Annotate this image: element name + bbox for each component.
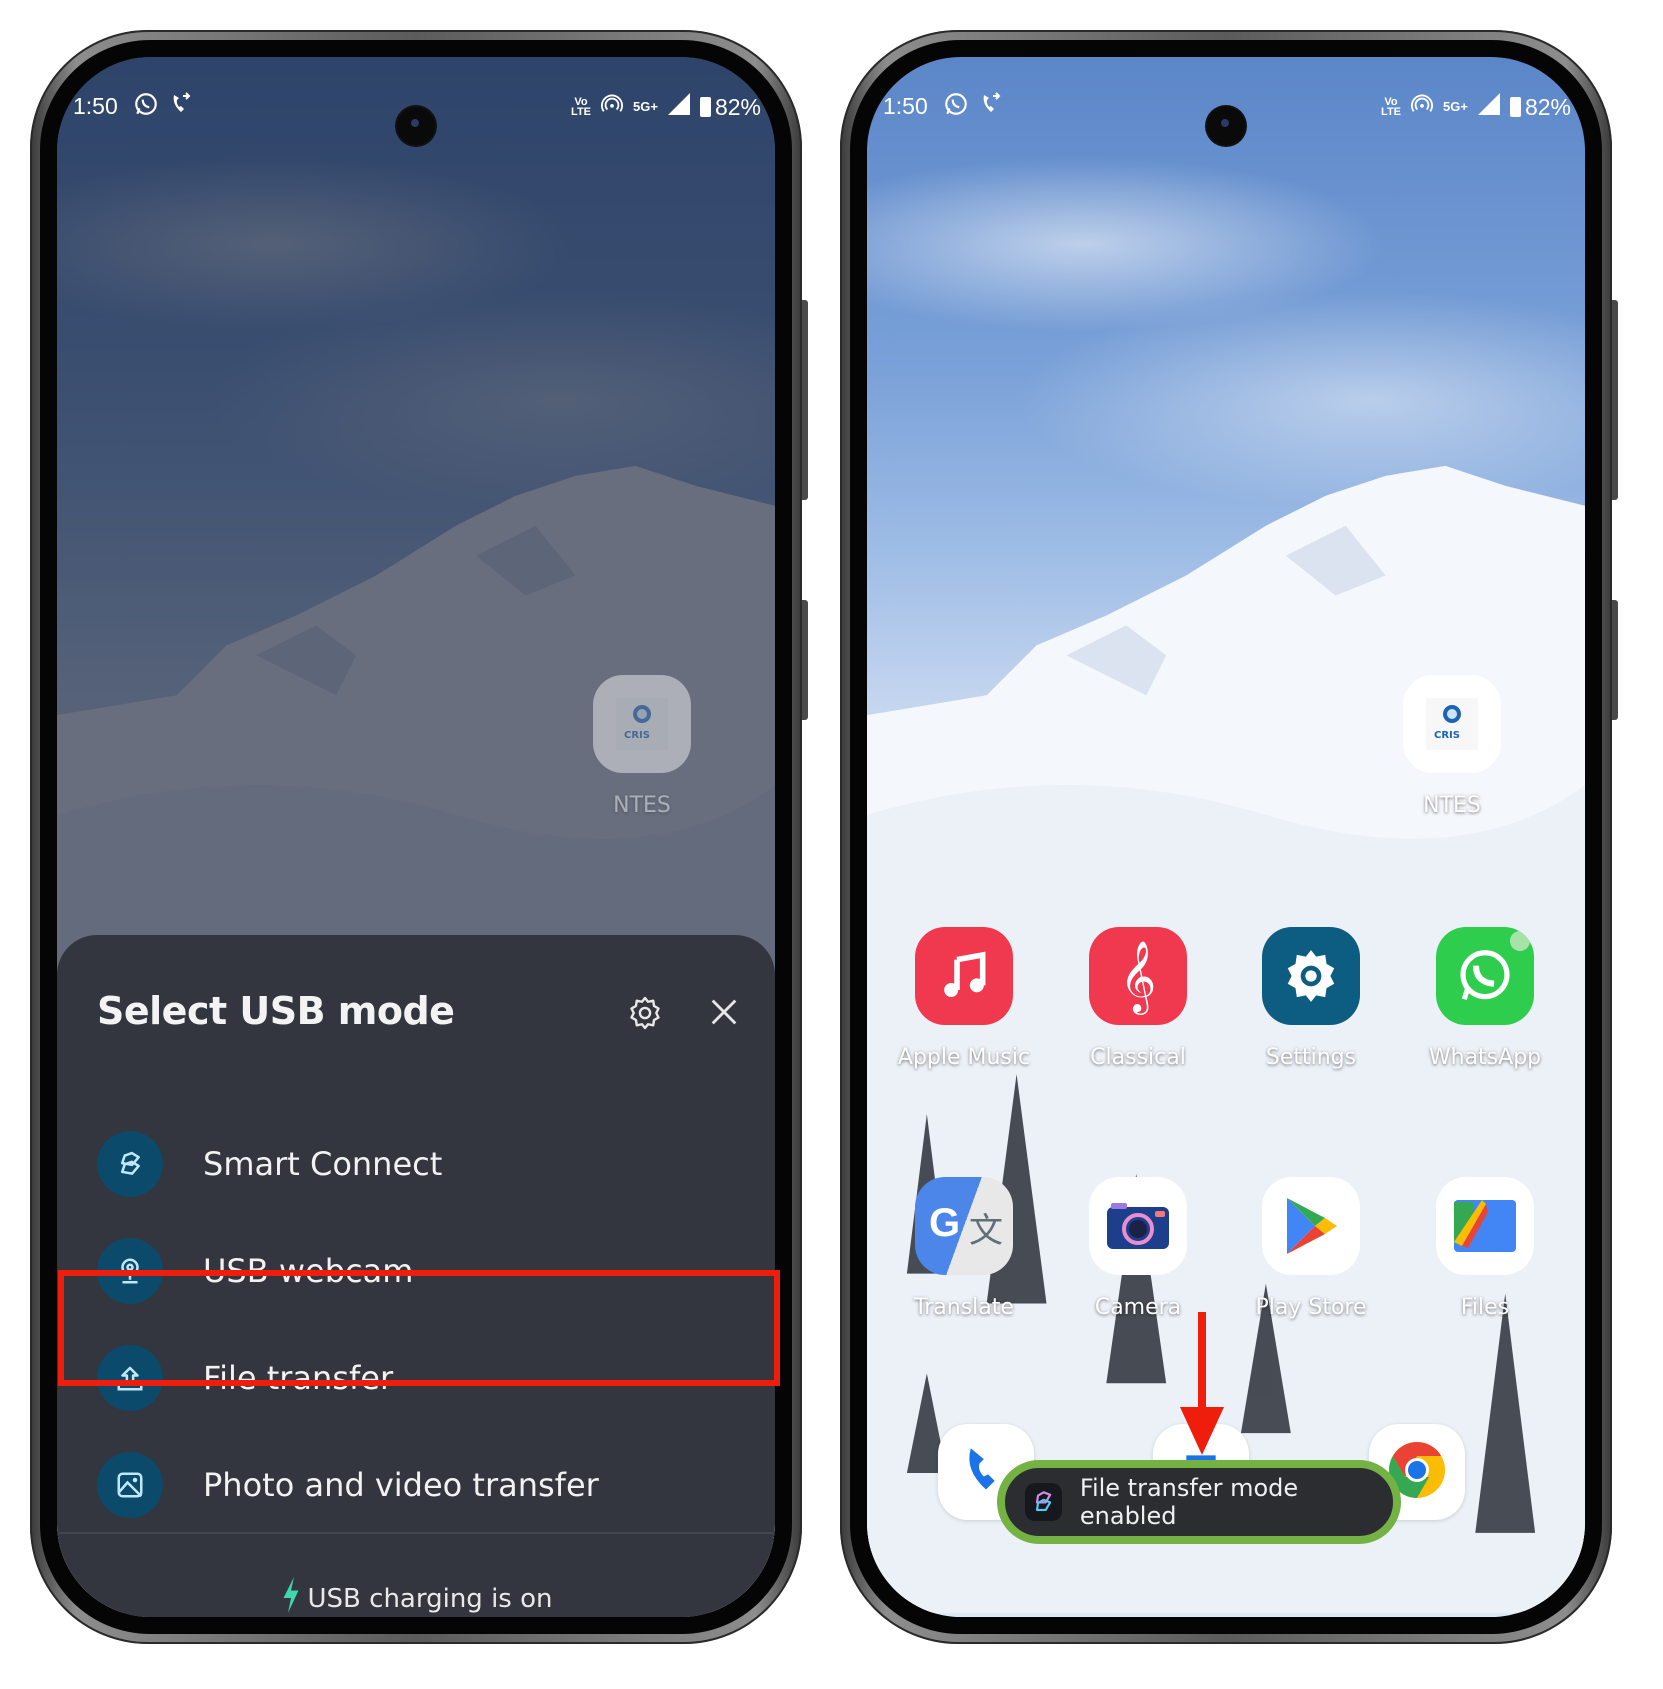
- music-note-icon: [915, 927, 1013, 1025]
- status-right-icons: Vo LTE 5G+ 82%: [571, 93, 761, 121]
- toast-file-transfer-enabled: File transfer mode enabled: [997, 1460, 1401, 1544]
- 5g-plus-icon: 5G+: [633, 99, 658, 114]
- svg-text:CRIS: CRIS: [624, 730, 650, 741]
- hotspot-icon: [601, 93, 623, 121]
- power-button: [802, 600, 808, 720]
- app-files[interactable]: Files: [1435, 1177, 1535, 1320]
- app-label: Apple Music: [897, 1045, 1031, 1070]
- whatsapp-icon: [133, 91, 159, 123]
- lightning-icon: [280, 1577, 302, 1617]
- whatsapp-icon: [943, 91, 969, 123]
- app-whatsapp[interactable]: WhatsApp: [1429, 927, 1541, 1070]
- notification-dot: [1510, 931, 1530, 951]
- close-icon[interactable]: [707, 995, 741, 1029]
- battery-charging-icon: [1509, 97, 1521, 117]
- app-label: Classical: [1090, 1045, 1186, 1070]
- missed-call-icon: [169, 91, 193, 123]
- sheet-divider: [57, 1532, 775, 1534]
- bezel: 1:50 Vo LTE 5G+ 82%: [40, 40, 792, 1634]
- right-phone: 1:50 Vo LTE 5G+ 82% CRIS NTES Apple Musi…: [840, 30, 1618, 1644]
- battery-charging-icon: [699, 97, 711, 117]
- front-camera: [1207, 107, 1245, 145]
- app-camera[interactable]: Camera: [1088, 1177, 1188, 1320]
- signal-icon: [667, 93, 690, 121]
- app-label: Translate: [914, 1295, 1014, 1320]
- volume-button: [1612, 300, 1618, 500]
- power-button: [1612, 600, 1618, 720]
- app-label: WhatsApp: [1428, 1045, 1542, 1070]
- ntes-cris-icon: CRIS: [1403, 675, 1501, 773]
- usb-charging-status: USB charging is on: [57, 1577, 775, 1617]
- hotspot-icon: [1411, 93, 1433, 121]
- annotation-arrow-head: [1180, 1407, 1224, 1455]
- 5g-plus-icon: 5G+: [1443, 99, 1468, 114]
- smart-connect-icon: [97, 1131, 163, 1197]
- signal-icon: [1477, 93, 1500, 121]
- gear-icon[interactable]: [627, 995, 663, 1031]
- mode-label: Photo and video transfer: [203, 1466, 599, 1504]
- battery-percent: 82%: [1524, 93, 1571, 120]
- google-translate-icon: G 文: [915, 1177, 1013, 1275]
- app-classical[interactable]: 𝄞 Classical: [1088, 927, 1188, 1070]
- smart-connect-icon: [1025, 1483, 1062, 1521]
- app-play-store[interactable]: Play Store: [1255, 1177, 1367, 1320]
- app-settings[interactable]: Settings: [1261, 927, 1361, 1070]
- mountain-wallpaper: [867, 465, 1585, 1613]
- ntes-cris-icon: CRIS: [593, 675, 691, 773]
- volume-button: [802, 300, 808, 500]
- status-bar: 1:50 Vo LTE 5G+ 82%: [867, 87, 1585, 145]
- gear-icon: [1262, 927, 1360, 1025]
- play-store-icon: [1262, 1177, 1360, 1275]
- whatsapp-icon: [1436, 927, 1534, 1025]
- status-time: 1:50: [73, 93, 118, 119]
- app-label: Files: [1460, 1295, 1510, 1320]
- toast-text: File transfer mode enabled: [1079, 1474, 1299, 1530]
- app-label: Play Store: [1255, 1295, 1367, 1320]
- app-translate[interactable]: G 文 Translate: [914, 1177, 1014, 1320]
- missed-call-icon: [979, 91, 1003, 123]
- app-label: NTES: [1423, 793, 1481, 818]
- app-ntes[interactable]: CRIS NTES: [1402, 675, 1502, 818]
- mode-option-photo-video-transfer[interactable]: Photo and video transfer: [57, 1432, 775, 1538]
- status-right-icons: Vo LTE 5G+ 82%: [1381, 93, 1571, 121]
- bezel: 1:50 Vo LTE 5G+ 82%: [850, 40, 1602, 1634]
- mode-option-smart-connect[interactable]: Smart Connect: [57, 1111, 775, 1217]
- left-phone: 1:50 Vo LTE 5G+ 82% CRIS NTES Select USB…: [30, 30, 808, 1644]
- camera-icon: [1089, 1177, 1187, 1275]
- volte-icon: Vo LTE: [571, 96, 592, 118]
- volte-icon: Vo LTE: [1381, 96, 1402, 118]
- status-time: 1:50: [883, 93, 928, 119]
- treble-clef-icon: 𝄞: [1089, 927, 1187, 1025]
- app-ntes[interactable]: CRIS NTES: [592, 675, 692, 818]
- sheet-title: Select USB mode: [97, 989, 455, 1033]
- files-icon: [1436, 1177, 1534, 1275]
- file-transfer-highlight: [58, 1270, 780, 1386]
- front-camera: [397, 107, 435, 145]
- battery-percent: 82%: [714, 93, 761, 120]
- svg-text:CRIS: CRIS: [1434, 730, 1460, 741]
- image-icon: [97, 1452, 163, 1518]
- mode-label: Smart Connect: [203, 1145, 443, 1183]
- annotation-arrow-shaft: [1198, 1312, 1206, 1412]
- app-label: Settings: [1265, 1045, 1357, 1070]
- status-bar: 1:50 Vo LTE 5G+ 82%: [57, 87, 775, 145]
- app-apple-music[interactable]: Apple Music: [898, 927, 1030, 1070]
- right-screen: 1:50 Vo LTE 5G+ 82% CRIS NTES Apple Musi…: [867, 57, 1585, 1617]
- app-label: NTES: [613, 793, 671, 818]
- charging-text: USB charging is on: [307, 1583, 553, 1614]
